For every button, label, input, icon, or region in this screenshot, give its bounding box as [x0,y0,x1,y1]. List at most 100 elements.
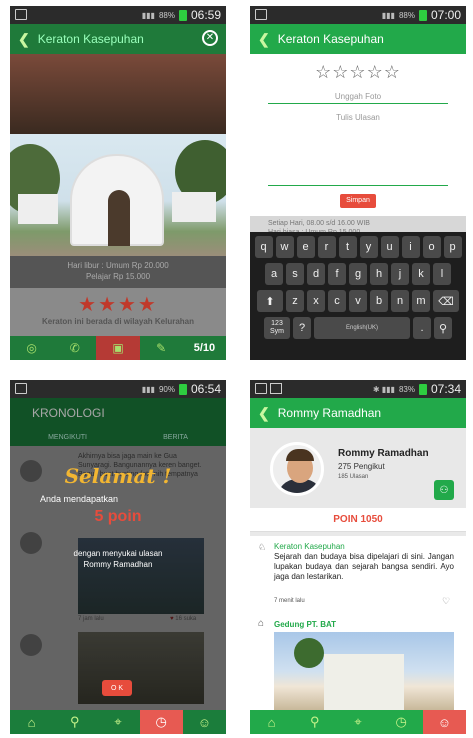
key-u[interactable]: u [380,236,399,258]
key-v[interactable]: v [349,290,367,312]
key-b[interactable]: b [370,290,388,312]
upload-notif-icon [255,383,267,394]
backspace-icon[interactable]: ⌫ [433,290,459,312]
period-key[interactable]: . [413,317,431,339]
keyboard-row: ⬆ z x c v b n m ⌫ [252,290,464,312]
soft-keyboard: qwertyuiop asdfghjkl ⬆ z x c v b n m ⌫ 123 Sym … [250,232,466,360]
timeline-icon[interactable]: ◷ [139,710,183,734]
edit-icon[interactable]: ✎ [140,336,183,360]
popup-text: dengan menyukai ulasan [73,549,163,558]
popup-text: Anda mendapatkan [40,494,119,504]
status-bar: ▮▮▮ 90% 06:54 [10,380,226,398]
page-title: Keraton Kasepuhan [277,32,384,46]
search-icon[interactable]: ⚲ [293,710,336,734]
signal-icon: ▮▮▮ [141,10,155,20]
battery-icon [418,9,427,21]
key-y[interactable]: y [359,236,378,258]
key-t[interactable]: t [338,236,357,258]
symbols-key[interactable]: 123 Sym [264,317,290,339]
key-a[interactable]: a [265,263,283,285]
key-w[interactable]: w [275,236,294,258]
heart-icon[interactable]: ♡ [442,596,450,607]
profile-icon[interactable]: ☺ [422,710,466,734]
key-h[interactable]: h [370,263,388,285]
review-textarea[interactable] [268,124,448,186]
follow-user-icon[interactable]: ⚇ [434,480,454,500]
clock: 07:00 [430,8,461,22]
building [18,194,58,224]
profile-name: Rommy Ramadhan [338,448,429,459]
key-f[interactable]: f [328,263,346,285]
screen-points-popup: ▮▮▮ 90% 06:54 KRONOLOGI MENGIKUTI BERITA… [10,380,226,734]
shift-key[interactable]: ⬆ [257,290,283,312]
place-photo[interactable] [10,134,226,256]
gate [70,154,164,246]
home-icon[interactable]: ⌂ [250,710,293,734]
key-s[interactable]: s [286,263,304,285]
back-icon[interactable]: ❮ [258,405,270,422]
location-icon[interactable]: ⌖ [336,710,379,734]
key-m[interactable]: m [412,290,430,312]
profile-icon[interactable]: ☺ [183,710,226,734]
gate-door [108,190,130,246]
avatar [270,442,324,496]
key-e[interactable]: e [296,236,315,258]
question-key[interactable]: ? [293,317,311,339]
key-d[interactable]: d [307,263,325,285]
key-i[interactable]: i [401,236,420,258]
upload-photo-field[interactable]: Unggah Foto [268,86,448,104]
price-line: Hari libur : Umum Rp 20.000 [67,261,169,270]
location-icon[interactable]: ⌖ [96,710,139,734]
key-p[interactable]: p [443,236,462,258]
compass-icon[interactable]: ◎ [10,336,53,360]
clock: 06:59 [190,8,221,22]
screen-write-review: ▮▮▮ 88% 07:00 ❮ Keraton Kasepuhan ☆☆☆☆☆ … [250,6,466,360]
close-icon[interactable]: ✕ [202,30,218,46]
search-icon[interactable]: ⚲ [434,317,452,339]
battery-percent: 88% [158,10,175,20]
hours-line: Setiap Hari, 08.00 s/d 16.00 WIB [268,220,370,227]
ok-button[interactable]: O K [102,680,132,696]
key-o[interactable]: o [422,236,441,258]
place-photo[interactable] [274,632,454,710]
building-icon: ⌂ [258,618,265,629]
key-x[interactable]: x [307,290,325,312]
timeline-icon[interactable]: ◷ [380,710,423,734]
rating-input-stars[interactable]: ☆☆☆☆☆ [250,62,466,83]
place-link[interactable]: Gedung PT. BAT [274,620,336,629]
key-k[interactable]: k [412,263,430,285]
review-field[interactable]: Tulis Ulasan [268,107,448,124]
battery-percent: 90% [158,384,175,394]
back-icon[interactable]: ❮ [18,31,30,48]
key-q[interactable]: q [254,236,273,258]
page-title: Rommy Ramadhan [277,406,382,420]
review-text: Sejarah dan budaya bisa dipelajari di si… [274,552,454,581]
save-button[interactable]: Simpan [340,194,376,208]
phone-icon[interactable]: ✆ [53,336,96,360]
key-n[interactable]: n [391,290,409,312]
key-j[interactable]: j [391,263,409,285]
screen-profile: ✱ ▮▮▮ 83% 07:34 ❮ Rommy Ramadhan Rommy R… [250,380,466,734]
status-bar: ▮▮▮ 88% 06:59 [10,6,226,24]
gallery-icon[interactable]: ▣ [96,336,140,360]
price-line: Pelajar Rp 15.000 [85,272,151,281]
keyboard-row: qwertyuiop [252,236,464,258]
points-popup: Selamat ! Anda mendapatkan 5 poin dengan… [10,464,226,604]
home-icon[interactable]: ⌂ [10,710,53,734]
keyboard-row: asdfghjkl [252,263,464,285]
search-icon[interactable]: ⚲ [53,710,96,734]
key-c[interactable]: c [328,290,346,312]
key-r[interactable]: r [317,236,336,258]
place-link[interactable]: Keraton Kasepuhan [274,542,345,551]
key-g[interactable]: g [349,263,367,285]
key-z[interactable]: z [286,290,304,312]
bottom-nav: ⌂ ⚲ ⌖ ◷ ☺ [250,710,466,734]
battery-percent: 88% [398,10,415,20]
battery-icon [178,383,187,395]
key-l[interactable]: l [433,263,451,285]
back-icon[interactable]: ❮ [258,31,270,48]
price-info: Hari libur : Umum Rp 20.000 Pelajar Rp 1… [10,256,226,288]
rating-area: ★★★★ Keraton ini berada di wilayah Kelur… [10,288,226,336]
space-key[interactable]: English(UK) [314,317,410,339]
place-description: Keraton ini berada di wilayah Kelurahan [41,317,195,326]
